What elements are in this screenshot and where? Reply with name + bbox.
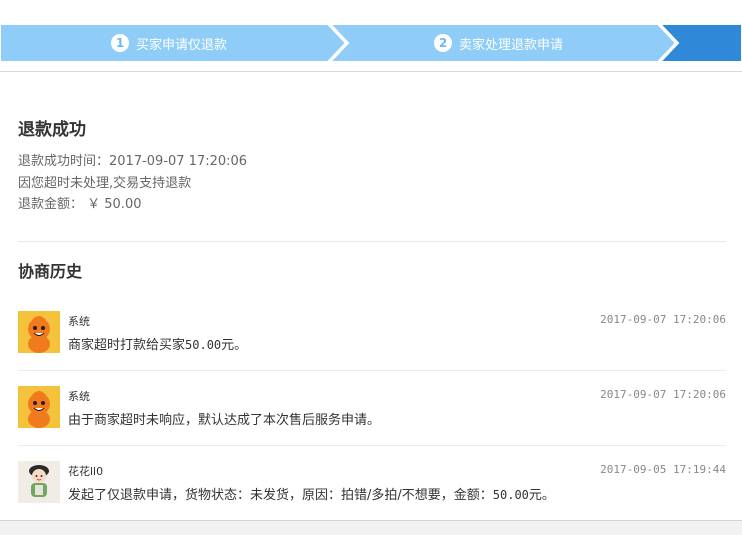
step-1-number: 1 (111, 34, 129, 52)
entry-timestamp: 2017-09-07 17:20:06 (600, 313, 726, 326)
message-text: 发起了仅退款申请，货物状态：未发货，原因：拍错/多拍/不想要，金额： (68, 488, 493, 503)
entry-author: 花花ll0 (68, 465, 104, 478)
history-entry: 系统 2017-09-07 17:20:06 由于商家超时未响应，默认达成了本次… (18, 371, 726, 446)
bottom-scroll-area (0, 520, 742, 535)
system-mascot-icon (18, 386, 60, 428)
message-text-suffix: 元。 (528, 488, 555, 503)
entry-author: 系统 (68, 315, 90, 328)
message-amount: 50.00 (185, 338, 222, 352)
top-divider (0, 71, 742, 72)
refund-amount: 退款金额： ￥ 50.00 (18, 197, 142, 212)
refund-success-time: 退款成功时间：2017-09-07 17:20:06 (18, 154, 248, 169)
entry-message: 商家超时打款给买家50.00元。 (68, 334, 247, 353)
entry-timestamp: 2017-09-07 17:20:06 (600, 388, 726, 401)
step-seller-process: 2 卖家处理退款申请 (434, 24, 563, 62)
entry-timestamp: 2017-09-05 17:19:44 (600, 463, 726, 476)
message-amount: 50.00 (492, 488, 529, 502)
history-entry: 系统 2017-09-07 17:20:06 商家超时打款给买家50.00元。 (18, 296, 726, 371)
step-buyer-request: 1 买家申请仅退款 (111, 24, 227, 62)
entry-author: 系统 (68, 390, 90, 403)
refund-progress-steps: 1 买家申请仅退款 2 卖家处理退款申请 (0, 24, 742, 62)
user-avatar-icon (18, 461, 60, 503)
section-divider (18, 241, 726, 242)
history-entry: 花花ll0 2017-09-05 17:19:44 发起了仅退款申请，货物状态：… (18, 446, 726, 521)
step-2-label: 卖家处理退款申请 (459, 37, 564, 53)
message-text: 商家超时打款给买家 (68, 338, 186, 353)
entry-message: 由于商家超时未响应，默认达成了本次售后服务申请。 (68, 413, 381, 428)
message-text-suffix: 元。 (221, 338, 248, 353)
refund-status-title: 退款成功 (18, 120, 86, 140)
refund-reason: 因您超时未处理,交易支持退款 (18, 176, 192, 191)
system-mascot-icon (18, 311, 60, 353)
step-1-label: 买家申请仅退款 (136, 37, 228, 53)
step-2-number: 2 (434, 34, 452, 52)
entry-message: 发起了仅退款申请，货物状态：未发货，原因：拍错/多拍/不想要，金额：50.00元… (68, 484, 555, 503)
negotiation-history-title: 协商历史 (18, 262, 83, 281)
